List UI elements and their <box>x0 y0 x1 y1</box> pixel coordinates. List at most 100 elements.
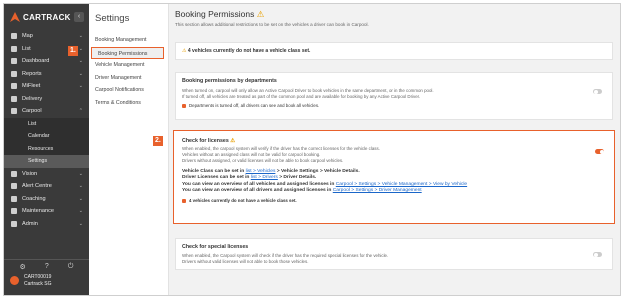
nav-label: Delivery <box>22 95 43 102</box>
list-vehicles-link[interactable]: list > Vehicles <box>246 169 276 174</box>
menu-icon <box>11 108 17 115</box>
sidebar-item-delivery[interactable]: Delivery <box>4 93 89 106</box>
nav-label: MiFleet <box>22 83 41 90</box>
sidebar-item-map[interactable]: Map ⌄ <box>4 30 89 43</box>
nav-label: Carpool <box>22 108 42 115</box>
page-description: This section allows additional restricti… <box>175 22 369 27</box>
menu-icon <box>11 183 17 190</box>
menu-icon <box>11 70 17 77</box>
step-marker-2: 2. <box>153 136 163 146</box>
warning-icon: ⚠ <box>182 48 187 54</box>
help-icon[interactable]: ? <box>45 263 49 271</box>
sidebar-item-coaching[interactable]: Coaching ⌄ <box>4 193 89 206</box>
power-icon[interactable]: ⏻ <box>68 263 74 271</box>
nav-label: Resources <box>28 145 54 152</box>
sidebar-item-reports[interactable]: Reports ⌄ <box>4 68 89 81</box>
chevron-icon: ⌄ <box>78 183 83 190</box>
settings-title: Settings <box>95 13 130 24</box>
nav-label: Map <box>22 33 33 40</box>
main-content: Booking Permissions ⚠ This section allow… <box>172 4 618 295</box>
nav-label: Settings <box>28 158 48 165</box>
sidebar-item-admin[interactable]: Admin ⌄ <box>4 218 89 231</box>
sidebar-item-dashboard[interactable]: Dashboard ⌄ <box>4 55 89 68</box>
gear-icon[interactable]: ⚙ <box>20 263 26 271</box>
sidebar-subitem-calendar[interactable]: Calendar <box>4 130 89 143</box>
settings-menu-item-terms-conditions[interactable]: Terms & Conditions <box>89 97 168 110</box>
page-title: Booking Permissions ⚠ <box>175 9 265 19</box>
notice-box: ⚠ 4 vehicles currently do not have a veh… <box>175 42 613 60</box>
sidebar-item-mifleet[interactable]: MiFleet ⌄ <box>4 80 89 93</box>
nav-label: Maintenance <box>22 208 55 215</box>
menu-icon <box>11 208 17 215</box>
nav-label: List <box>22 45 31 52</box>
list-drivers-link[interactable]: list > Drivers <box>251 175 278 180</box>
info-icon <box>182 199 186 204</box>
notice-text: 4 vehicles currently do not have a vehic… <box>187 48 311 54</box>
departments-card: Booking permissions by departments When … <box>175 72 613 120</box>
settings-menu-item-booking-management[interactable]: Booking Management <box>89 34 168 47</box>
chevron-icon: ⌄ <box>78 45 83 52</box>
nav-label: List <box>28 120 37 127</box>
user-id: CART00019 <box>24 274 52 280</box>
sidebar-item-maintenance[interactable]: Maintenance ⌄ <box>4 205 89 218</box>
chevron-icon: ⌄ <box>78 70 83 77</box>
menu-icon <box>11 33 17 40</box>
sidebar-item-carpool[interactable]: Carpool ⌃ <box>4 105 89 118</box>
warning-icon: ⚠ <box>256 9 265 19</box>
chevron-icon: ⌄ <box>78 220 83 227</box>
collapse-sidebar-button[interactable]: ‹ <box>74 12 84 22</box>
menu-icon <box>11 45 17 52</box>
sidebar-subitem-list[interactable]: List <box>4 117 89 130</box>
nav-label: Admin <box>22 220 38 227</box>
chevron-icon: ⌄ <box>78 58 83 65</box>
sidebar-nav: Map ⌄ List ⌄ Dashboard ⌄ Reports ⌄ MiFleet ⌄ Deliv… <box>4 30 89 230</box>
chevron-icon: ⌄ <box>78 208 83 215</box>
special-desc-2: Drivers without valid licenses will not … <box>182 259 309 264</box>
menu-icon <box>11 83 17 90</box>
chevron-icon: ⌄ <box>78 170 83 177</box>
special-licenses-toggle[interactable] <box>593 252 602 257</box>
licenses-toggle[interactable] <box>595 149 604 154</box>
chevron-icon: ⌃ <box>78 108 83 115</box>
licenses-desc-3: Drivers without assigned, or valid licen… <box>182 158 344 163</box>
menu-icon <box>11 195 17 202</box>
sidebar-item-alert-centre[interactable]: Alert Centre ⌄ <box>4 180 89 193</box>
menu-icon <box>11 220 17 227</box>
vehicle-management-link[interactable]: Carpool > Settings > Vehicle Management … <box>336 182 467 187</box>
driver-management-link[interactable]: Carpool > Settings > Driver Management <box>333 188 422 193</box>
warning-icon: ⚠ <box>230 138 236 144</box>
settings-menu-item-carpool-notifications[interactable]: Carpool Notifications <box>89 84 168 97</box>
user-name: Cartrack SG <box>24 280 52 287</box>
nav-label: Coaching <box>22 195 46 202</box>
settings-menu-item-booking-permissions[interactable]: Booking Permissions <box>91 46 164 59</box>
logo-icon <box>10 12 20 22</box>
step-marker-1: 1. <box>68 46 78 56</box>
sidebar-footer: ⚙ ? ⏻ CART00019 Cartrack SG <box>4 259 89 295</box>
menu-icon <box>11 58 17 65</box>
licenses-notice: 4 vehicles currently do not have a vehic… <box>189 198 297 204</box>
brand-name: CARTRACK <box>23 12 71 22</box>
sidebar-subitem-resources[interactable]: Resources <box>4 142 89 155</box>
nav-label: Calendar <box>28 133 50 140</box>
settings-menu: Settings Booking Management Booking Permi… <box>89 4 169 295</box>
chevron-icon: ⌄ <box>78 83 83 90</box>
driver-overview-info: You can view an overview of all drivers … <box>182 187 422 193</box>
user-profile[interactable]: CART00019 Cartrack SG <box>4 271 89 290</box>
departments-toggle[interactable] <box>593 89 602 94</box>
licenses-card: Check for licenses ⚠ When enabled, the c… <box>173 130 615 224</box>
special-title: Check for special licenses <box>182 244 249 250</box>
sidebar-subitem-settings[interactable]: Settings <box>4 155 89 168</box>
menu-icon <box>11 170 17 177</box>
chevron-icon: ⌄ <box>78 195 83 202</box>
menu-icon <box>11 95 17 102</box>
nav-label: Reports <box>22 70 42 77</box>
settings-menu-item-vehicle-management[interactable]: Vehicle Management <box>89 59 168 72</box>
settings-menu-item-driver-management[interactable]: Driver Management <box>89 72 168 85</box>
sidebar-item-vision[interactable]: Vision ⌄ <box>4 168 89 181</box>
departments-title: Booking permissions by departments <box>182 78 277 84</box>
licenses-title: Check for licenses <box>182 138 229 144</box>
avatar <box>10 276 19 285</box>
departments-desc-2: If turned off, all vehicles are treated … <box>182 94 421 99</box>
special-licenses-card: Check for special licenses When enabled,… <box>175 238 613 270</box>
nav-label: Vision <box>22 170 38 177</box>
